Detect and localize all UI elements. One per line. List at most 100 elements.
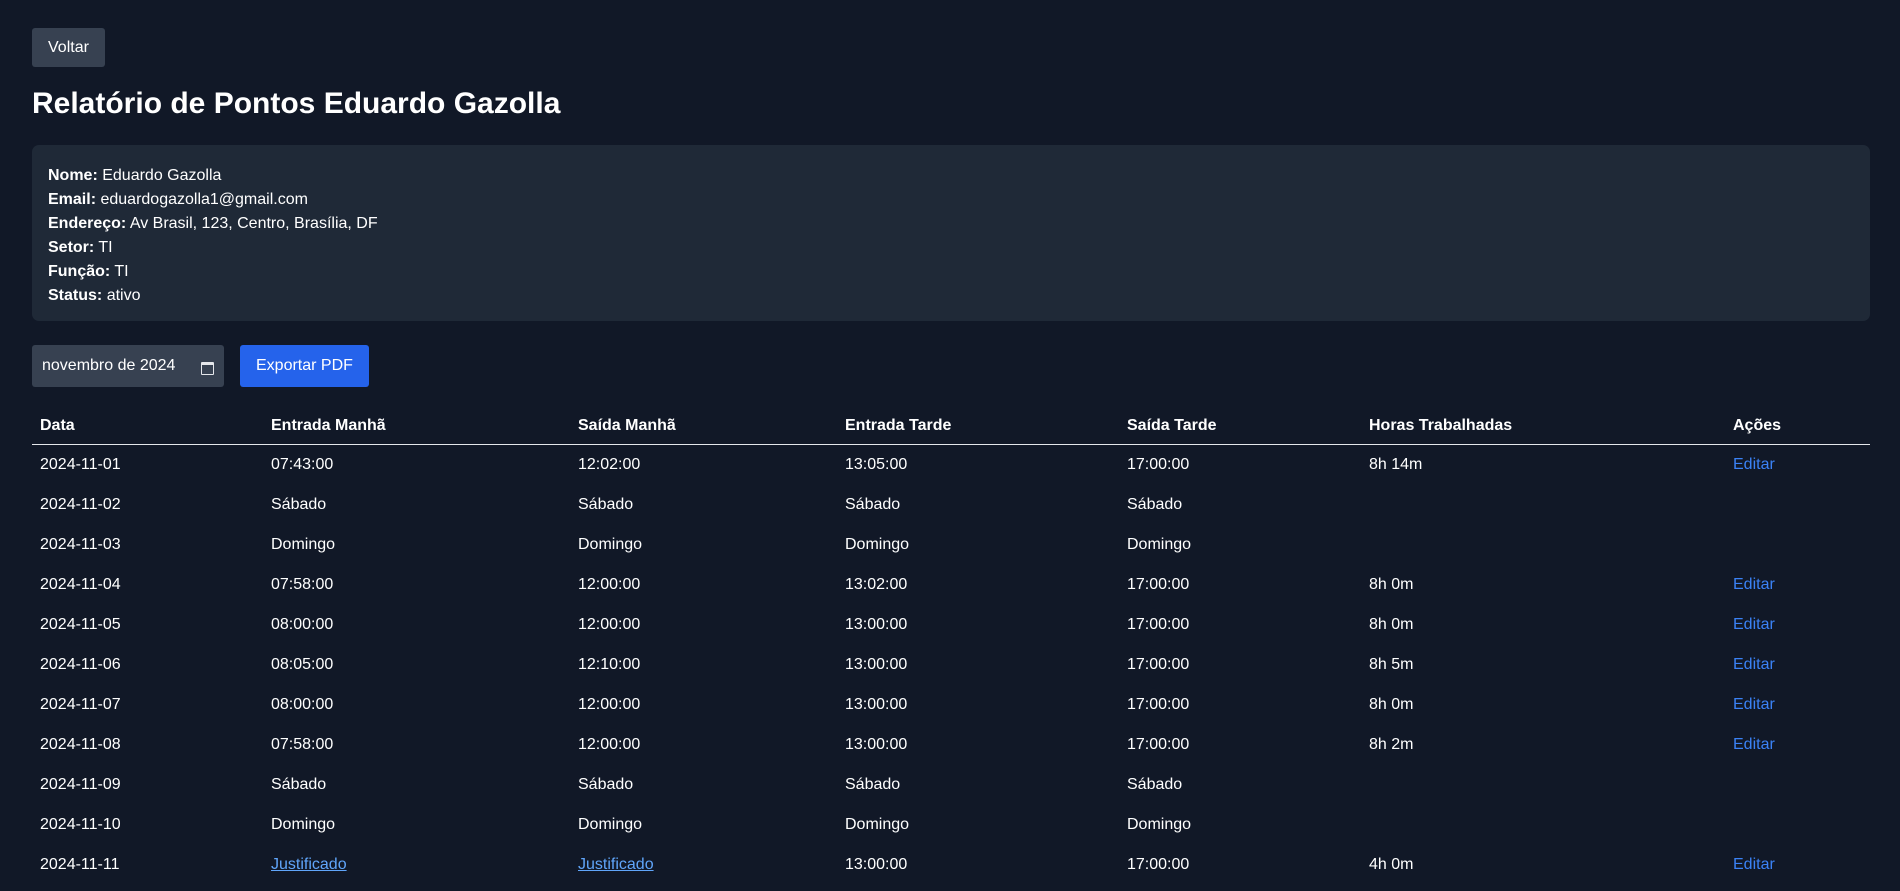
cell-hours-worked — [1361, 805, 1725, 845]
cell-afternoon-out: Sábado — [1127, 496, 1183, 513]
cell-afternoon-out: Sábado — [1127, 776, 1183, 793]
cell-date: 2024-11-05 — [40, 616, 121, 633]
cell-date: 2024-11-11 — [40, 856, 120, 873]
report-controls: novembro de 2024 Exportar PDF — [32, 345, 1868, 387]
cell-morning-out: Domingo — [578, 536, 643, 553]
table-row: 2024-11-11 Justificado Justificado 13:00:00… — [32, 845, 1870, 885]
cell-afternoon-out: 17:00:00 — [1127, 856, 1190, 873]
cell-afternoon-in: 13:00:00 — [845, 856, 908, 873]
header-hours-worked: Horas Trabalhadas — [1361, 407, 1725, 445]
table-row: 2024-11-03 Domingo Domingo Domingo Domingo — [32, 525, 1870, 565]
employee-info-card: Nome: Eduardo Gazolla Email: eduardogazo… — [32, 145, 1870, 321]
info-label: Endereço: — [48, 215, 127, 232]
info-label: Função: — [48, 263, 111, 280]
cell-afternoon-in: 13:05:00 — [845, 456, 908, 473]
table-row: 2024-11-10 Domingo Domingo Domingo Domingo — [32, 805, 1870, 845]
cell-morning-in: 07:58:00 — [271, 736, 334, 753]
month-input-value: novembro de 2024 — [42, 357, 176, 374]
cell-morning-in: Sábado — [271, 496, 327, 513]
back-button[interactable]: Voltar — [32, 28, 105, 67]
info-label: Status: — [48, 287, 103, 304]
cell-morning-out: 12:00:00 — [578, 616, 641, 633]
justified-link[interactable]: Justificado — [578, 856, 654, 873]
cell-action: Editar — [1725, 605, 1870, 645]
cell-afternoon-out: 17:00:00 — [1127, 456, 1190, 473]
export-pdf-button[interactable]: Exportar PDF — [240, 345, 369, 387]
cell-action — [1725, 765, 1870, 805]
info-label: Setor: — [48, 239, 95, 256]
cell-date: 2024-11-02 — [40, 496, 121, 513]
info-value: ativo — [106, 287, 141, 304]
table-body: 2024-11-01 07:43:00 12:02:00 13:05:00 17:00:… — [32, 445, 1870, 886]
cell-afternoon-out: 17:00:00 — [1127, 576, 1190, 593]
cell-afternoon-out: 17:00:00 — [1127, 656, 1190, 673]
edit-link[interactable]: Editar — [1733, 656, 1775, 673]
cell-morning-out: 12:00:00 — [578, 576, 641, 593]
time-records-table: Data Entrada Manhã Saída Manhã Entrada T… — [32, 407, 1870, 885]
table-row: 2024-11-05 08:00:00 12:00:00 13:00:00 17:00:… — [32, 605, 1870, 645]
cell-afternoon-in: 13:00:00 — [845, 656, 908, 673]
edit-link[interactable]: Editar — [1733, 616, 1775, 633]
cell-afternoon-in: Sábado — [845, 776, 901, 793]
cell-date: 2024-11-10 — [40, 816, 121, 833]
cell-morning-in: Domingo — [271, 816, 336, 833]
cell-afternoon-in: 13:00:00 — [845, 696, 908, 713]
cell-afternoon-in: Domingo — [845, 816, 910, 833]
cell-action: Editar — [1725, 685, 1870, 725]
cell-date: 2024-11-01 — [40, 456, 121, 473]
cell-action: Editar — [1725, 845, 1870, 885]
page: Voltar Relatório de Pontos Eduardo Gazol… — [0, 0, 1900, 891]
edit-link[interactable]: Editar — [1733, 456, 1775, 473]
cell-afternoon-in: 13:00:00 — [845, 616, 908, 633]
cell-hours-worked: 8h 0m — [1369, 576, 1414, 593]
info-address: Endereço: Av Brasil, 123, Centro, Brasíl… — [48, 212, 1854, 236]
cell-morning-out: Domingo — [578, 816, 643, 833]
cell-morning-in: 08:00:00 — [271, 616, 334, 633]
cell-hours-worked — [1361, 485, 1725, 525]
cell-morning-in: 08:00:00 — [271, 696, 334, 713]
edit-link[interactable]: Editar — [1733, 576, 1775, 593]
header-morning-out: Saída Manhã — [570, 407, 837, 445]
info-status: Status: ativo — [48, 284, 1854, 308]
info-value: eduardogazolla1@gmail.com — [100, 191, 308, 208]
cell-hours-worked: 8h 5m — [1369, 656, 1414, 673]
header-morning-in: Entrada Manhã — [263, 407, 570, 445]
edit-link[interactable]: Editar — [1733, 696, 1775, 713]
table-row: 2024-11-02 Sábado Sábado Sábado Sábado — [32, 485, 1870, 525]
cell-morning-in: Domingo — [271, 536, 336, 553]
cell-action — [1725, 805, 1870, 845]
cell-date: 2024-11-04 — [40, 576, 121, 593]
header-afternoon-out: Saída Tarde — [1119, 407, 1361, 445]
info-name: Nome: Eduardo Gazolla — [48, 164, 1854, 188]
cell-date: 2024-11-06 — [40, 656, 121, 673]
cell-morning-out: 12:00:00 — [578, 736, 641, 753]
cell-date: 2024-11-07 — [40, 696, 121, 713]
calendar-icon[interactable] — [201, 360, 214, 375]
info-value: TI — [114, 263, 129, 280]
info-email: Email: eduardogazolla1@gmail.com — [48, 188, 1854, 212]
cell-morning-out: Justificado — [570, 845, 837, 885]
header-afternoon-in: Entrada Tarde — [837, 407, 1119, 445]
table-row: 2024-11-09 Sábado Sábado Sábado Sábado — [32, 765, 1870, 805]
justified-link[interactable]: Justificado — [271, 856, 347, 873]
cell-afternoon-out: 17:00:00 — [1127, 736, 1190, 753]
cell-action: Editar — [1725, 445, 1870, 486]
cell-morning-out: Sábado — [578, 776, 634, 793]
header-actions: Ações — [1725, 407, 1870, 445]
cell-afternoon-out: Domingo — [1127, 536, 1192, 553]
table-row: 2024-11-07 08:00:00 12:00:00 13:00:00 17:00:… — [32, 685, 1870, 725]
table-row: 2024-11-01 07:43:00 12:02:00 13:05:00 17:00:… — [32, 445, 1870, 486]
info-value: TI — [98, 239, 113, 256]
info-sector: Setor: TI — [48, 236, 1854, 260]
cell-hours-worked: 8h 2m — [1369, 736, 1414, 753]
cell-hours-worked — [1361, 765, 1725, 805]
month-input[interactable]: novembro de 2024 — [32, 345, 224, 387]
table-row: 2024-11-08 07:58:00 12:00:00 13:00:00 17:00:… — [32, 725, 1870, 765]
edit-link[interactable]: Editar — [1733, 856, 1775, 873]
info-label: Nome: — [48, 167, 98, 184]
header-date: Data — [32, 407, 263, 445]
cell-afternoon-out: 17:00:00 — [1127, 616, 1190, 633]
cell-morning-out: 12:10:00 — [578, 656, 641, 673]
edit-link[interactable]: Editar — [1733, 736, 1775, 753]
cell-afternoon-out: Domingo — [1127, 816, 1192, 833]
